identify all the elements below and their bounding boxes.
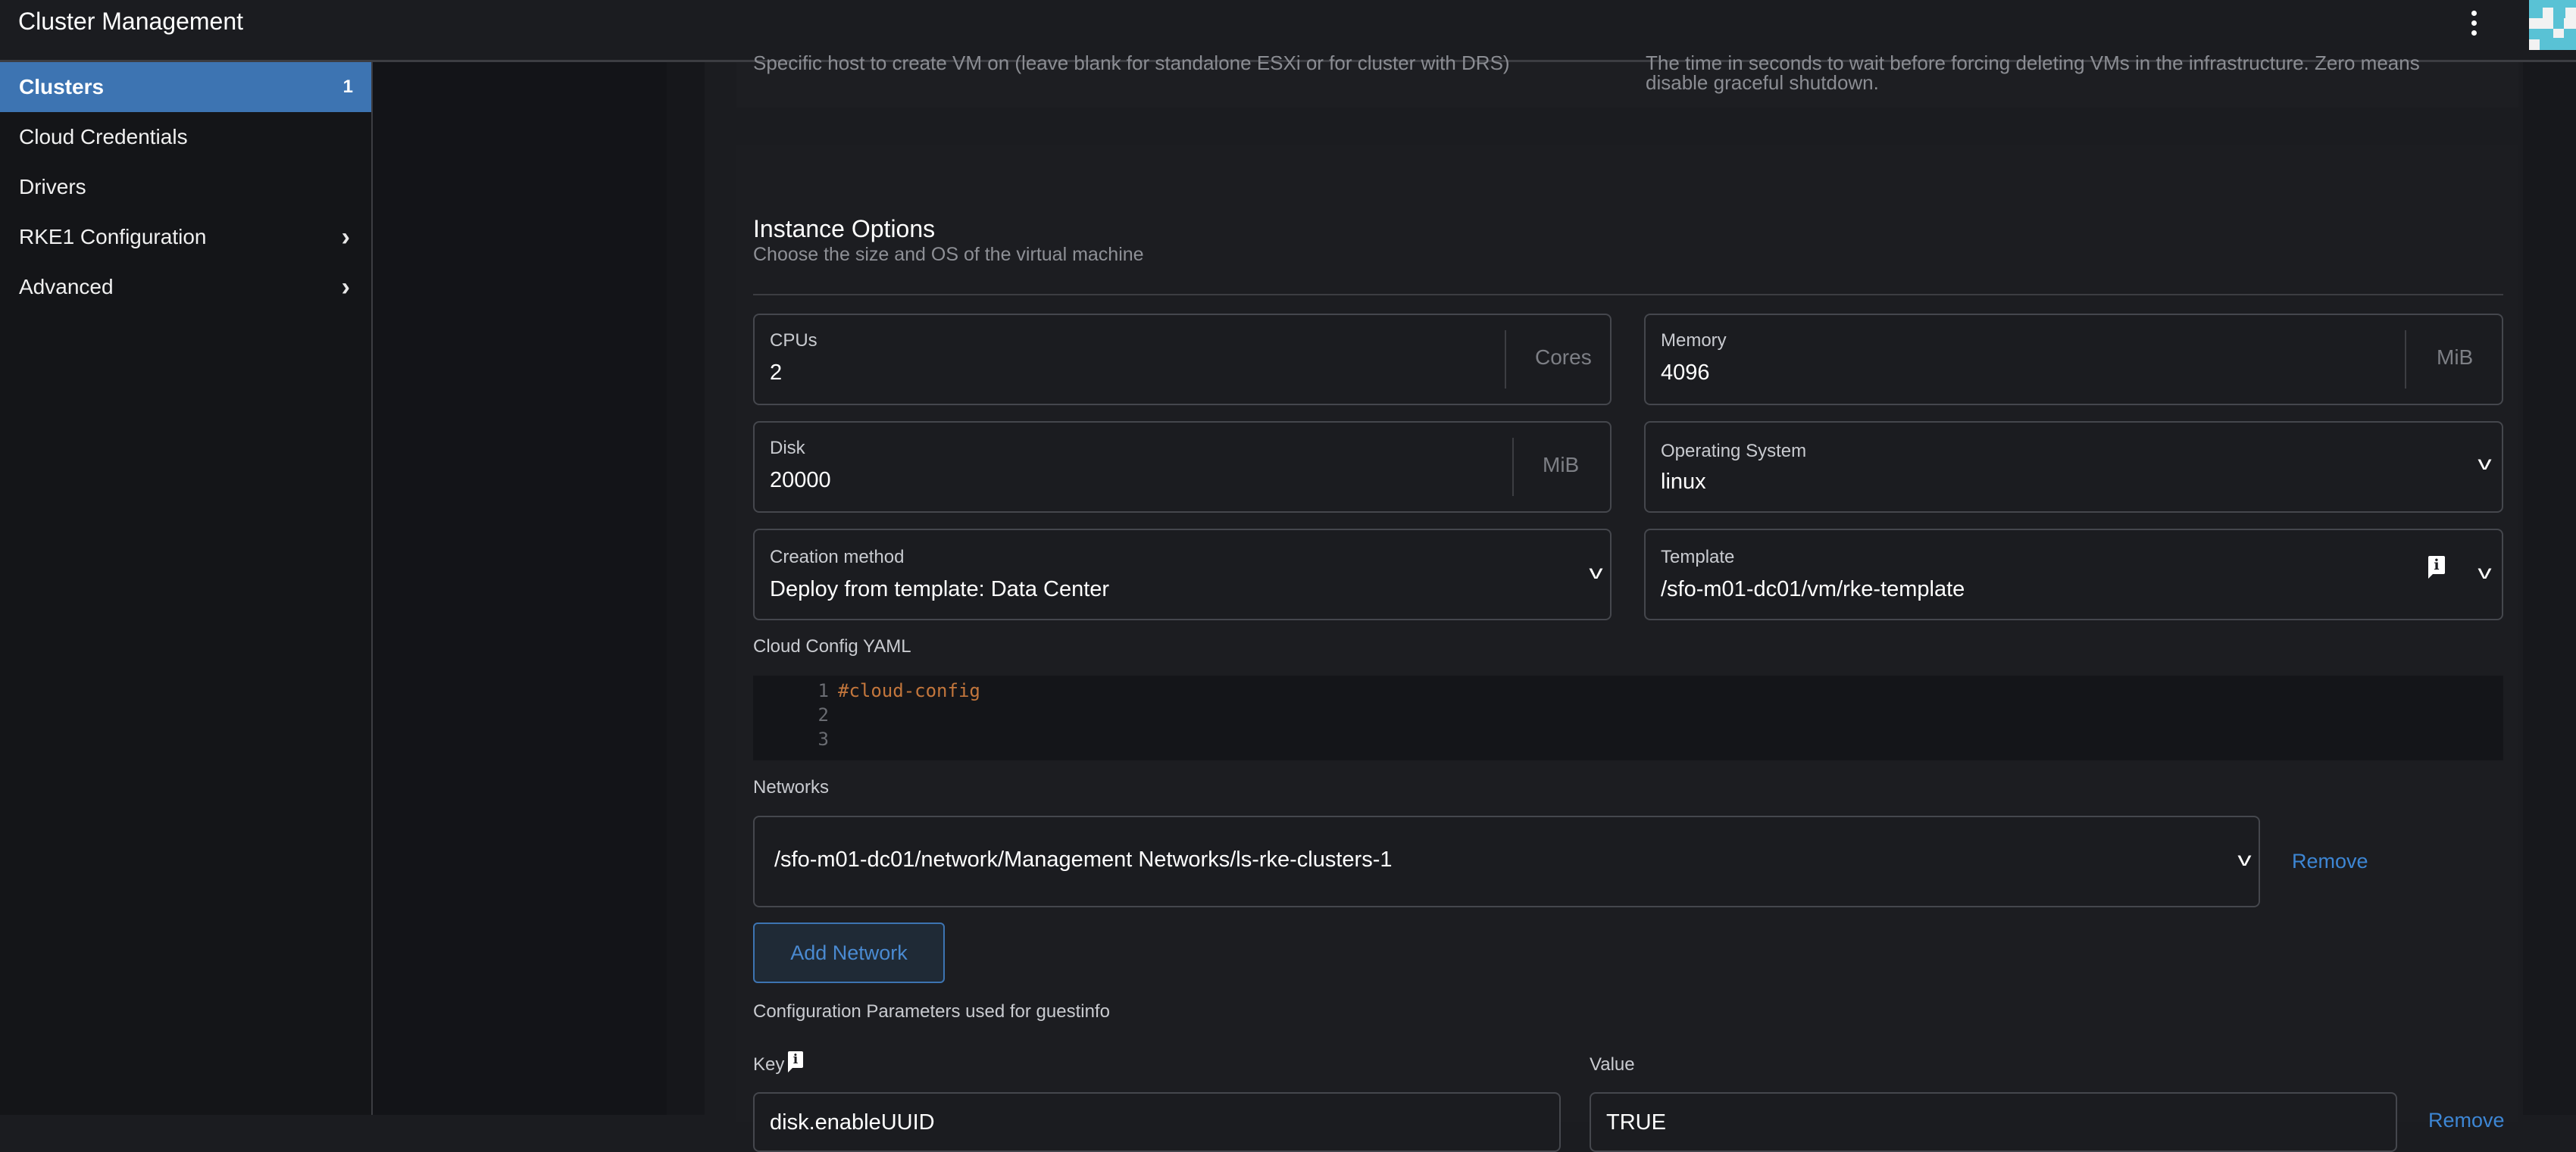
avatar-pixel <box>2564 18 2576 29</box>
code-line: 1 #cloud-config <box>753 679 980 703</box>
line-number: 3 <box>818 729 829 750</box>
disk-value: 20000 <box>770 468 831 492</box>
sidebar-item-rke1-configuration[interactable]: RKE1 Configuration › <box>0 212 371 262</box>
suffix-separator <box>2405 330 2406 389</box>
memory-label: Memory <box>1661 330 1727 351</box>
chevron-down-icon: v <box>2237 848 2252 870</box>
cpus-suffix: Cores <box>1535 345 1592 369</box>
previous-section-card: Specific host to create VM on (leave bla… <box>736 52 2518 108</box>
sidebar: Clusters 1 Cloud Credentials Drivers RKE… <box>0 62 373 1115</box>
guestinfo-key-input[interactable]: disk.enableUUID <box>753 1092 1561 1152</box>
cloud-config-editor[interactable]: 1 #cloud-config 2 3 <box>753 676 2503 760</box>
kebab-dot <box>2471 11 2477 16</box>
sidebar-item-label: Advanced <box>19 275 114 298</box>
line-number: 2 <box>818 704 829 726</box>
kebab-dot <box>2471 20 2477 26</box>
guestinfo-key-value: disk.enableUUID <box>770 1110 935 1135</box>
suffix-separator <box>1512 438 1514 496</box>
remove-network-button[interactable]: Remove <box>2292 850 2368 873</box>
user-avatar-icon[interactable] <box>2529 0 2576 50</box>
avatar-pixel <box>2543 8 2553 18</box>
add-network-button[interactable]: Add Network <box>753 923 945 983</box>
section-title: Instance Options <box>753 215 936 242</box>
remove-guestinfo-button[interactable]: Remove <box>2428 1109 2505 1132</box>
memory-suffix: MiB <box>2437 345 2474 369</box>
sidebar-item-clusters[interactable]: Clusters 1 <box>0 62 371 112</box>
host-help-text: Specific host to create VM on (leave bla… <box>753 52 1510 74</box>
section-subtitle: Choose the size and OS of the virtual ma… <box>753 244 1144 265</box>
cloud-config-label: Cloud Config YAML <box>753 636 911 657</box>
code-line: 3 <box>753 727 838 751</box>
sidebar-item-label: Clusters <box>19 75 105 98</box>
section-divider <box>753 294 2503 295</box>
disk-label: Disk <box>770 438 805 458</box>
info-icon[interactable]: i <box>2428 556 2445 579</box>
kebab-menu-icon[interactable] <box>2465 8 2483 41</box>
os-label: Operating System <box>1661 441 1807 461</box>
chevron-down-icon: v <box>2478 451 2492 474</box>
sidebar-item-label: Cloud Credentials <box>19 125 188 148</box>
line-text: #cloud-config <box>838 680 980 701</box>
disk-input[interactable]: Disk 20000 MiB <box>753 421 1612 513</box>
guestinfo-value-input[interactable]: TRUE <box>1590 1092 2397 1152</box>
instance-options-section: Instance Options Choose the size and OS … <box>736 145 2518 1152</box>
value-header: Value <box>1590 1054 1635 1075</box>
creation-method-select[interactable]: Creation method Deploy from template: Da… <box>753 529 1612 620</box>
code-line: 2 <box>753 703 838 727</box>
avatar-pixel <box>2529 18 2553 29</box>
network-select[interactable]: /sfo-m01-dc01/network/Management Network… <box>753 816 2260 907</box>
chevron-down-icon: v <box>2478 560 2492 583</box>
sidebar-item-label: Drivers <box>19 175 86 198</box>
sidebar-item-cloud-credentials[interactable]: Cloud Credentials <box>0 112 371 162</box>
network-value: /sfo-m01-dc01/network/Management Network… <box>774 848 1393 872</box>
chevron-right-icon: › <box>341 273 350 301</box>
creation-method-value: Deploy from template: Data Center <box>770 577 1110 601</box>
memory-value: 4096 <box>1661 361 1710 385</box>
chevron-down-icon: v <box>1589 560 1603 583</box>
page-gutter-edge <box>667 62 705 1115</box>
page-gutter <box>373 62 705 1115</box>
guestinfo-label: Configuration Parameters used for guesti… <box>753 1001 1110 1022</box>
kebab-dot <box>2471 30 2477 36</box>
clusters-count-badge: 1 <box>342 76 353 97</box>
right-gutter <box>2523 62 2576 1115</box>
main-content: Specific host to create VM on (leave bla… <box>705 52 2523 1152</box>
key-info-icon[interactable]: i <box>788 1051 803 1072</box>
avatar-pixel <box>2553 29 2564 38</box>
disk-suffix: MiB <box>1543 453 1580 476</box>
key-header: Key <box>753 1054 784 1076</box>
creation-method-label: Creation method <box>770 547 905 567</box>
cpus-input[interactable]: CPUs 2 Cores <box>753 314 1612 405</box>
chevron-right-icon: › <box>341 223 350 251</box>
cpus-value: 2 <box>770 361 783 385</box>
template-label: Template <box>1661 547 1735 567</box>
os-value: linux <box>1661 470 1706 494</box>
sidebar-item-drivers[interactable]: Drivers <box>0 162 371 212</box>
cpus-label: CPUs <box>770 330 818 351</box>
graceful-help-text-2: disable graceful shutdown. <box>1646 71 1879 94</box>
operating-system-select[interactable]: Operating System linux v <box>1644 421 2503 513</box>
networks-label: Networks <box>753 777 830 798</box>
guestinfo-value-value: TRUE <box>1606 1110 1666 1135</box>
memory-input[interactable]: Memory 4096 MiB <box>1644 314 2503 405</box>
line-number: 1 <box>818 680 829 701</box>
template-select[interactable]: Template /sfo-m01-dc01/vm/rke-template i… <box>1644 529 2503 620</box>
app-title: Cluster Management <box>18 8 244 35</box>
avatar-pixel <box>2565 8 2576 18</box>
sidebar-item-advanced[interactable]: Advanced › <box>0 262 371 312</box>
suffix-separator <box>1505 330 1506 389</box>
key-header-label: Key <box>753 1054 785 1075</box>
sidebar-item-label: RKE1 Configuration <box>19 225 207 248</box>
template-value: /sfo-m01-dc01/vm/rke-template <box>1661 577 1965 601</box>
avatar-pixel <box>2529 39 2540 50</box>
